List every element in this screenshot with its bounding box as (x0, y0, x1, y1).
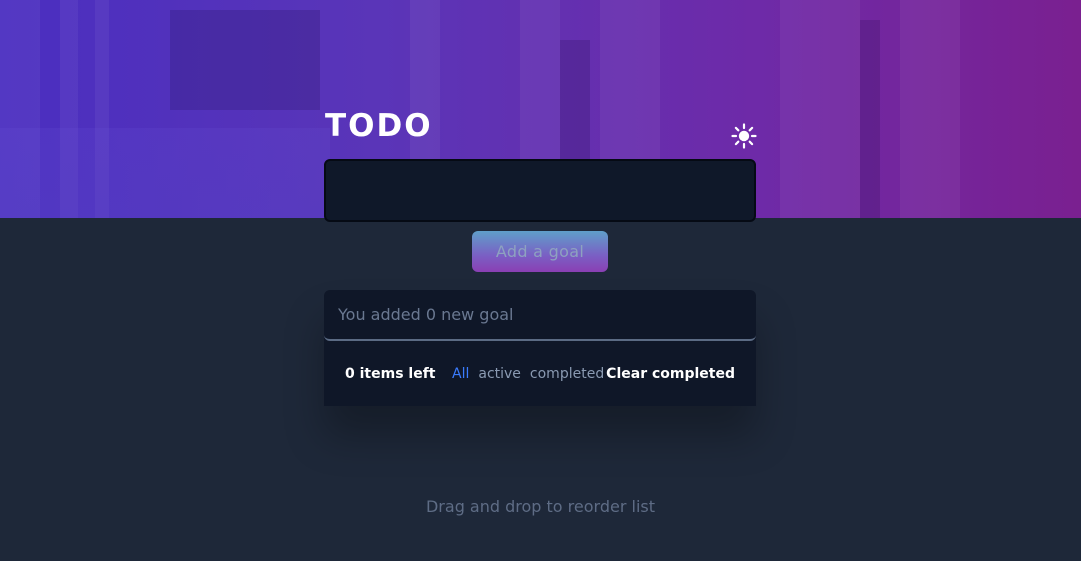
filter-completed[interactable]: completed (530, 366, 604, 382)
list-footer: 0 items left All active completed Clear … (324, 341, 756, 406)
page: TODO Add a goal You added 0 new goal 0 i… (0, 0, 1081, 561)
reorder-hint: Drag and drop to reorder list (425, 497, 655, 516)
filter-active[interactable]: active (478, 366, 521, 382)
filter-group: All active completed (452, 366, 604, 382)
page-title: TODO (325, 108, 433, 144)
list-item-text: You added 0 new goal (338, 305, 514, 324)
theme-toggle-button[interactable] (730, 122, 758, 150)
todo-list-card: You added 0 new goal 0 items left All ac… (324, 290, 756, 406)
filter-all[interactable]: All (452, 366, 469, 382)
clear-completed-button[interactable]: Clear completed (606, 366, 735, 382)
add-goal-button[interactable]: Add a goal (472, 231, 608, 272)
new-goal-input[interactable] (324, 159, 756, 222)
sun-icon (731, 123, 757, 149)
items-left-count: 0 items left (345, 365, 436, 382)
list-item: You added 0 new goal (324, 290, 756, 341)
